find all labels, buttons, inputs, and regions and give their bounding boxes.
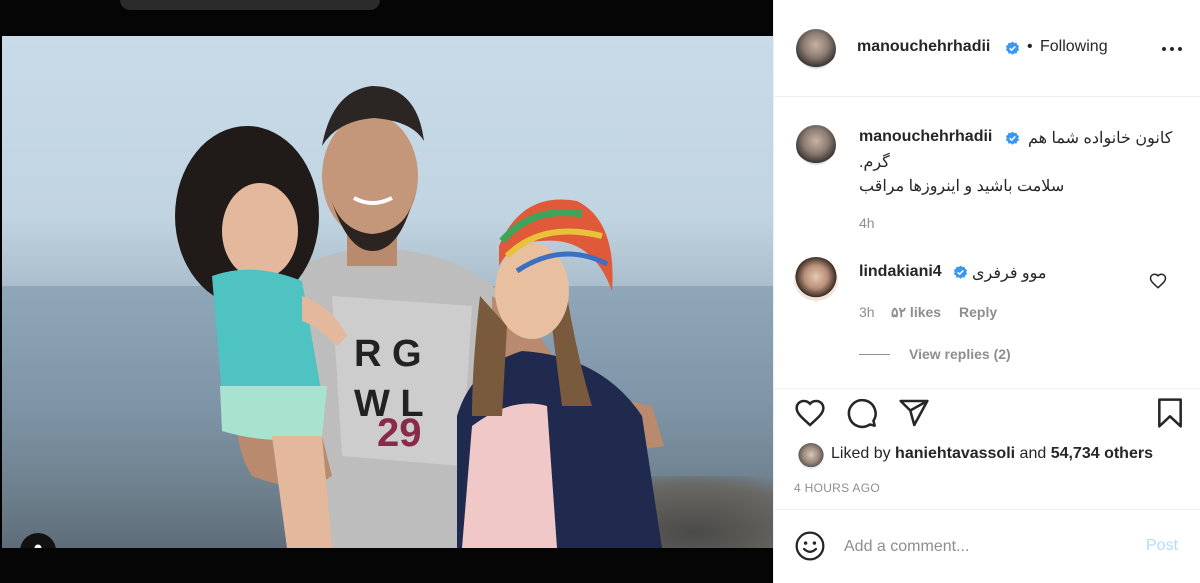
header-separator: • bbox=[1027, 38, 1033, 55]
likes-summary[interactable]: Liked by haniehtavassoli and 54,734 othe… bbox=[831, 445, 1153, 463]
svg-text:R G: R G bbox=[354, 333, 422, 375]
caption-time[interactable]: 4h bbox=[859, 215, 875, 231]
bookmark-icon[interactable] bbox=[1154, 397, 1186, 429]
instagram-post-window: R G W L 29 manouchehrhadii • Following m… bbox=[0, 0, 1200, 583]
post-header: manouchehrhadii • Following bbox=[774, 0, 1200, 97]
author-avatar[interactable] bbox=[796, 29, 836, 69]
smiley-icon[interactable] bbox=[794, 530, 826, 562]
heart-icon[interactable] bbox=[794, 397, 826, 429]
following-button[interactable]: Following bbox=[1040, 38, 1108, 56]
comment-input[interactable] bbox=[844, 536, 1124, 558]
backdrop-top bbox=[0, 0, 773, 36]
comments-section[interactable]: manouchehrhadii کانون خانواده شما هم گرم… bbox=[774, 97, 1200, 389]
comment-like-heart-icon[interactable] bbox=[1149, 272, 1167, 290]
verified-icon bbox=[1005, 41, 1020, 55]
view-replies-button[interactable]: View replies (2) bbox=[909, 346, 1011, 362]
comment-icon[interactable] bbox=[846, 397, 878, 429]
backdrop-bottom bbox=[0, 548, 773, 583]
author-username[interactable]: manouchehrhadii bbox=[857, 38, 990, 56]
caption-line-2: گرم. bbox=[859, 154, 890, 171]
caption-line-3: سلامت باشید و اینروزها مراقب bbox=[859, 178, 1065, 195]
post-comment-button[interactable]: Post bbox=[1146, 537, 1178, 555]
caption-line-1: کانون خانواده شما هم bbox=[1028, 130, 1173, 147]
more-options-icon[interactable] bbox=[1160, 40, 1184, 58]
share-icon[interactable] bbox=[898, 397, 930, 429]
photo-people: R G W L 29 bbox=[175, 86, 664, 548]
svg-text:29: 29 bbox=[377, 411, 422, 455]
caption-author-username[interactable]: manouchehrhadii bbox=[859, 128, 992, 146]
commenter-avatar[interactable] bbox=[794, 257, 838, 301]
post-media: R G W L 29 bbox=[0, 0, 773, 583]
likes-count[interactable]: 54,734 others bbox=[1051, 445, 1153, 462]
comment-text: موو فرفری bbox=[972, 265, 1047, 282]
view-replies-line bbox=[859, 354, 890, 355]
likes-user[interactable]: haniehtavassoli bbox=[895, 445, 1015, 462]
verified-icon bbox=[953, 265, 968, 279]
comment-time[interactable]: 3h bbox=[859, 304, 875, 320]
post-photo[interactable]: R G W L 29 bbox=[2, 36, 773, 548]
commenter-username[interactable]: lindakiani4 bbox=[859, 263, 942, 281]
post-timestamp[interactable]: 4 HOURS AGO bbox=[794, 481, 880, 495]
liker-avatar[interactable] bbox=[798, 443, 824, 469]
user-tag-icon bbox=[34, 544, 42, 548]
post-side-panel: manouchehrhadii • Following manouchehrha… bbox=[773, 0, 1200, 583]
comment-reply-button[interactable]: Reply bbox=[959, 304, 997, 320]
likes-middle: and bbox=[1015, 445, 1051, 462]
verified-icon bbox=[1005, 131, 1020, 145]
comment-likes[interactable]: ۵۲ likes bbox=[891, 304, 941, 321]
likes-prefix: Liked by bbox=[831, 445, 896, 462]
caption-author-avatar[interactable] bbox=[796, 125, 836, 165]
add-comment-bar: Post bbox=[774, 509, 1200, 583]
